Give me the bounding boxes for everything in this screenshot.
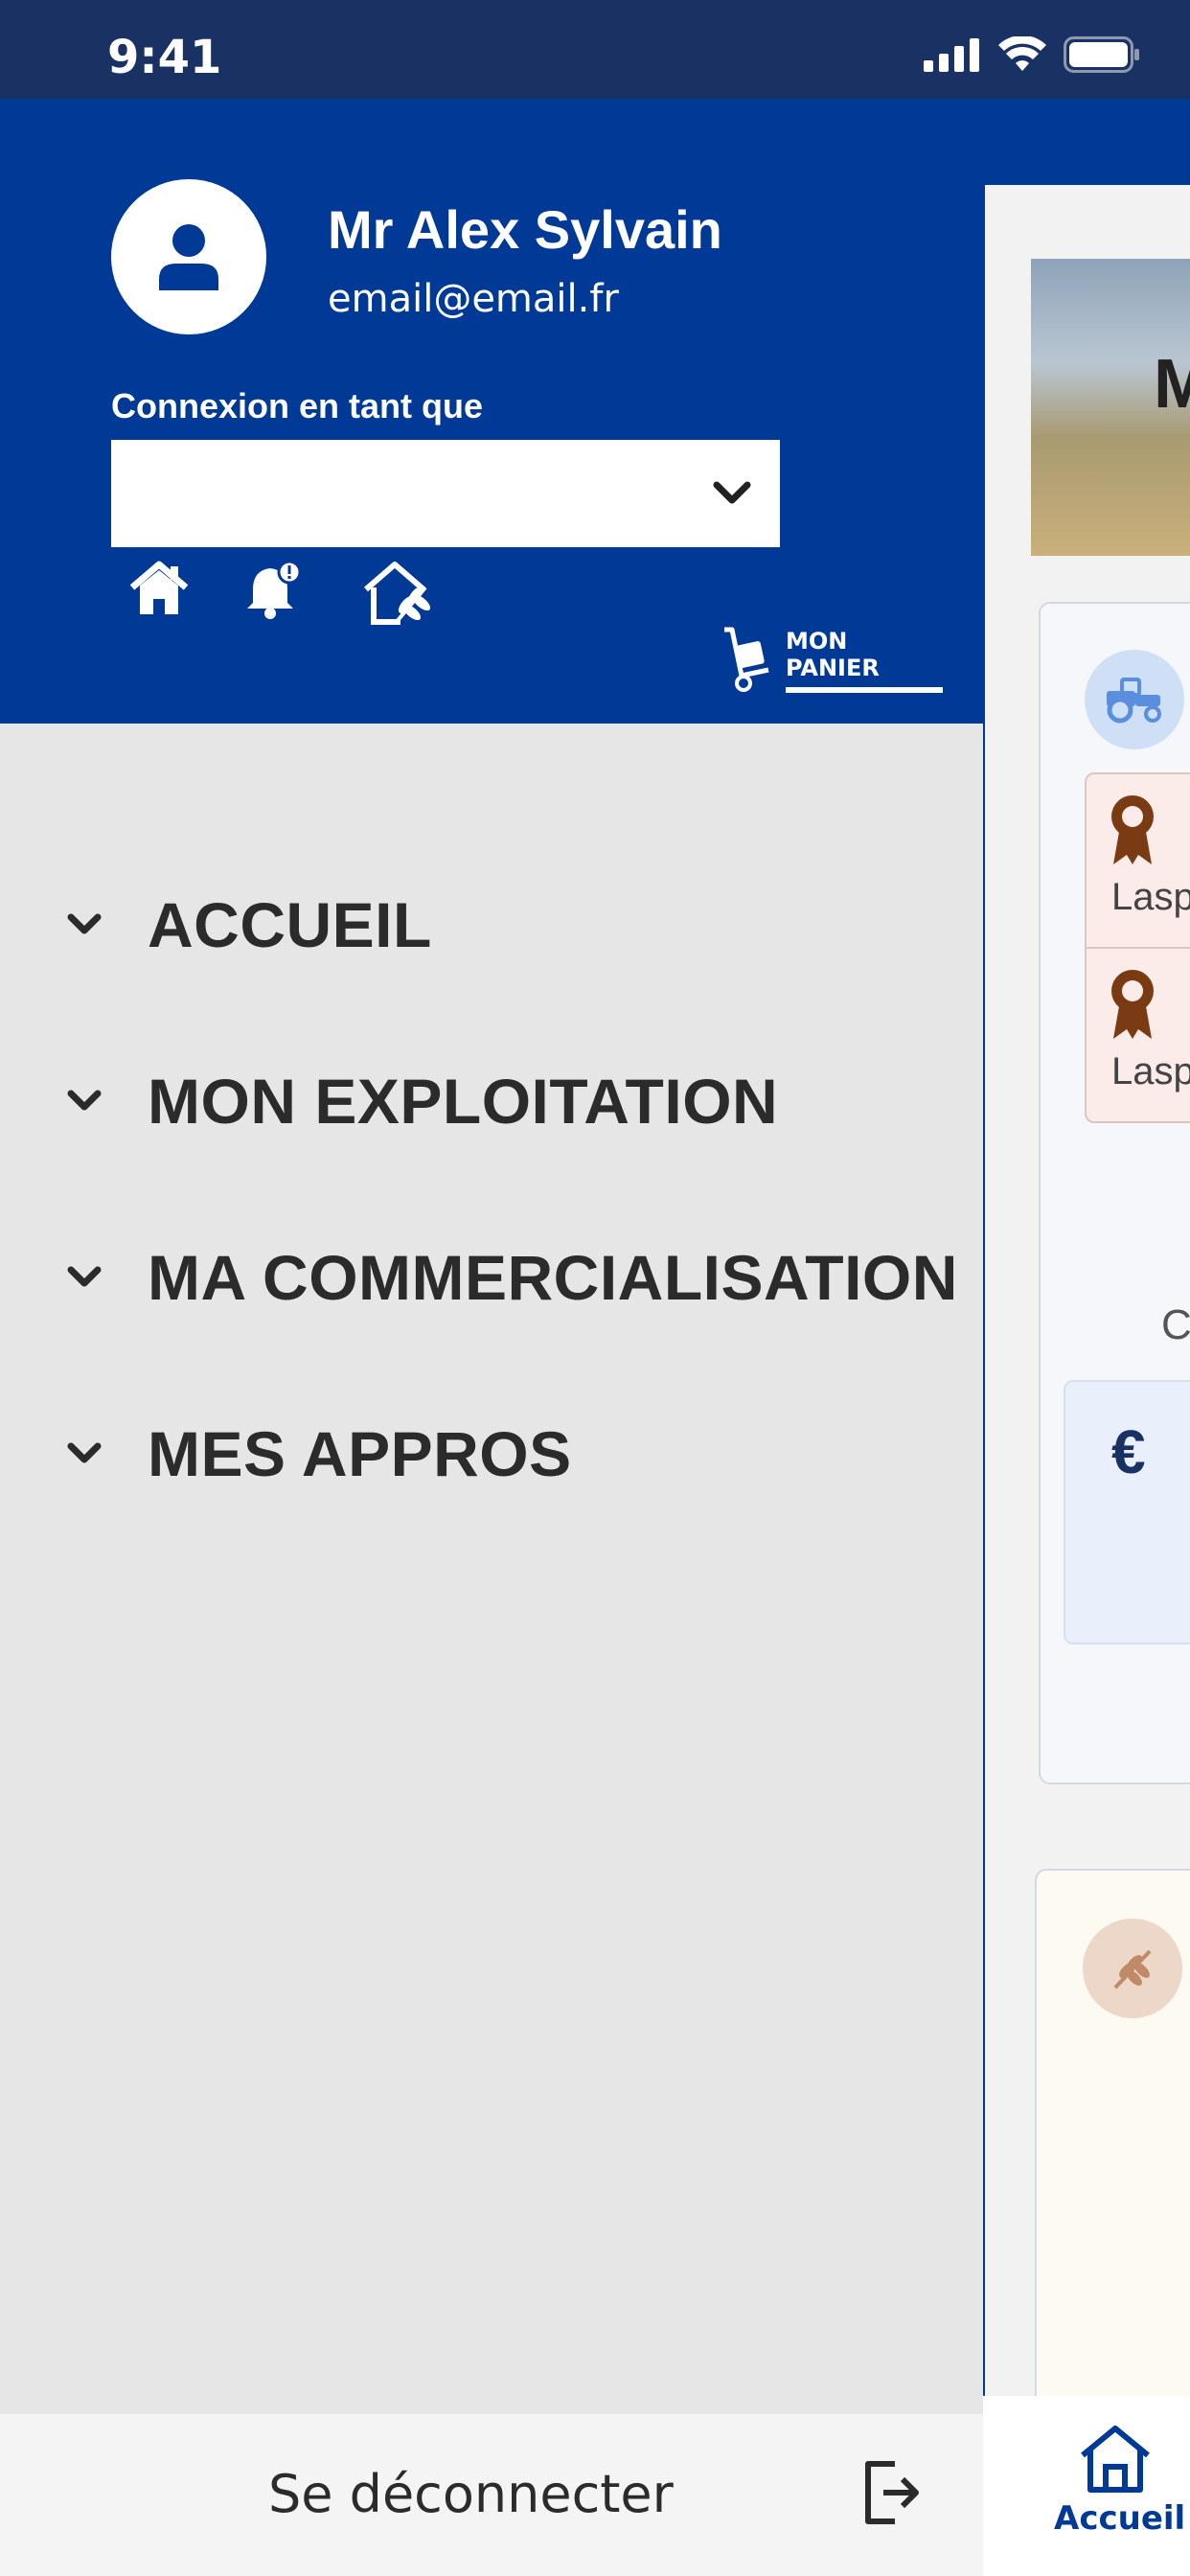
navigation-drawer: Mr Alex Sylvain email@email.fr Connexion…: [0, 99, 983, 2576]
chevron-down-icon: [67, 913, 102, 934]
status-bar: 9:41: [0, 0, 1190, 99]
avatar[interactable]: [111, 179, 266, 334]
certification-label: Lasp: [1111, 876, 1190, 918]
cart-label: MON PANIER: [786, 628, 943, 693]
farm-icon[interactable]: [362, 561, 435, 626]
connexion-label: Connexion en tant que: [111, 386, 484, 426]
wheat-icon: [1083, 1919, 1182, 2018]
menu-item-label: MA COMMERCIALISATION: [148, 1242, 958, 1313]
wifi-icon: [998, 36, 1046, 71]
logout-button[interactable]: Se déconnecter: [0, 2414, 983, 2576]
menu-item-mes-appros[interactable]: MES APPROS: [61, 1417, 572, 1490]
connexion-select[interactable]: [111, 440, 780, 547]
menu-item-label: MON EXPLOITATION: [148, 1066, 779, 1137]
user-name: Mr Alex Sylvain: [328, 199, 722, 260]
menu-item-accueil[interactable]: ACCUEIL: [61, 888, 432, 961]
logout-icon: [865, 2461, 919, 2524]
menu-item-label: MES APPROS: [148, 1418, 572, 1489]
home-icon[interactable]: [128, 561, 190, 616]
hand-truck-icon: [724, 627, 769, 692]
chevron-down-icon: [713, 481, 751, 504]
certification-label: Lasp: [1111, 1050, 1190, 1092]
cart-button[interactable]: MON PANIER: [721, 626, 943, 693]
hero-image: M: [1031, 259, 1190, 556]
signal-icon: [924, 38, 979, 72]
chevron-down-icon: [67, 1442, 102, 1463]
menu-item-label: ACCUEIL: [148, 889, 432, 960]
logout-label: Se déconnecter: [268, 2464, 674, 2524]
menu-item-ma-commercialisation[interactable]: MA COMMERCIALISATION: [61, 1241, 958, 1314]
user-email: email@email.fr: [328, 277, 619, 321]
user-icon: [159, 224, 218, 290]
certification-item[interactable]: Lasp: [1085, 947, 1190, 1123]
menu-item-mon-exploitation[interactable]: MON EXPLOITATION: [61, 1065, 778, 1138]
home-outline-icon[interactable]: [1075, 2423, 1156, 2494]
chevron-down-icon: [67, 1090, 102, 1111]
status-time: 9:41: [107, 31, 222, 84]
ribbon-award-icon: [1111, 795, 1154, 864]
ribbon-award-icon: [1111, 970, 1154, 1039]
hero-title: M: [1154, 346, 1190, 423]
battery-icon: [1064, 36, 1139, 73]
chevron-down-icon: [67, 1266, 102, 1287]
card-text-fragment: C: [1161, 1301, 1190, 1348]
euro-icon: €: [1111, 1417, 1146, 1486]
certification-item[interactable]: Lasp: [1085, 772, 1190, 949]
drawer-header: Mr Alex Sylvain email@email.fr Connexion…: [0, 99, 983, 724]
tractor-icon: [1085, 650, 1184, 749]
tab-accueil[interactable]: Accueil: [1054, 2499, 1185, 2538]
bell-alert-icon[interactable]: [243, 561, 305, 620]
